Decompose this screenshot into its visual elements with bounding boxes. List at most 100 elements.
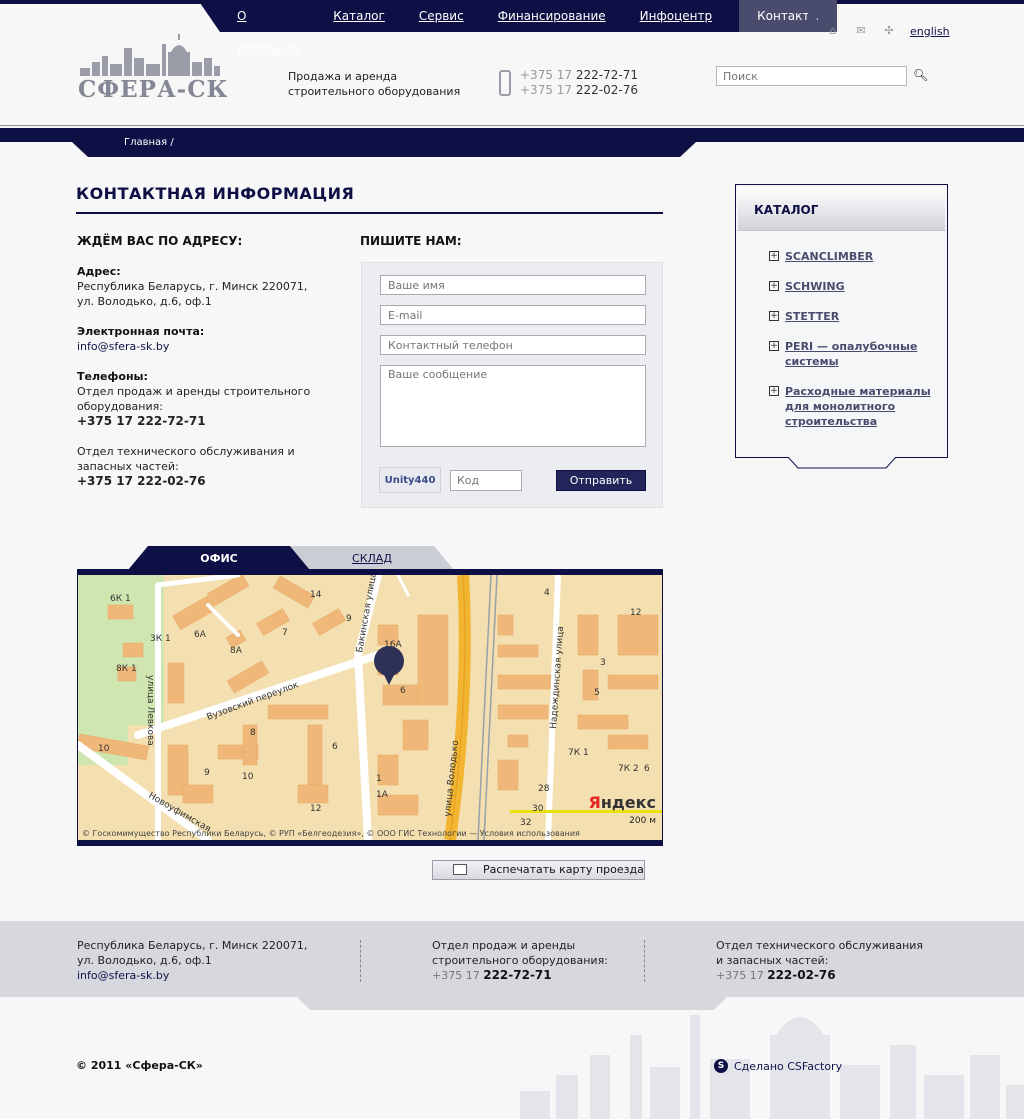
- svg-text:32: 32: [520, 818, 531, 828]
- footer-service-phone: +375 17 222-02-76: [716, 968, 923, 983]
- phone-number-1: 222-72-71: [575, 68, 638, 82]
- svg-text:10: 10: [98, 744, 110, 754]
- sales-dept-phone: +375 17 222-72-71: [77, 414, 206, 428]
- svg-text:6: 6: [400, 686, 406, 696]
- location-pin-icon[interactable]: [374, 646, 404, 685]
- email-field[interactable]: [380, 305, 646, 325]
- footer-sales-line-1: Отдел продаж и аренды: [432, 939, 576, 952]
- svg-text:30: 30: [532, 804, 544, 814]
- nav-item-catalog[interactable]: Каталог: [316, 0, 402, 32]
- svg-text:1А: 1А: [376, 790, 389, 800]
- catalog-link-stetter[interactable]: STETTER: [785, 309, 839, 324]
- footer-sales-line-2: строительного оборудования:: [432, 954, 608, 967]
- svg-text:6: 6: [644, 764, 650, 774]
- footer-service: Отдел технического обслуживания и запасн…: [716, 938, 923, 983]
- tab-warehouse[interactable]: СКЛАД: [290, 546, 454, 570]
- map-canvas[interactable]: 6К 1 14 6А 9 3К 1 7 8А 8К 1 16А 6 8 10 9…: [78, 575, 662, 840]
- svg-text:8К 1: 8К 1: [116, 664, 137, 674]
- catalog-link-schwing[interactable]: SCHWING: [785, 279, 845, 294]
- svg-text:12: 12: [630, 608, 641, 618]
- footer-address: Республика Беларусь, г. Минск 220071, ул…: [77, 938, 307, 983]
- language-link[interactable]: english: [910, 25, 950, 38]
- footer-address-line-2: ул. Володько, д.6, оф.1: [77, 954, 212, 967]
- catalog-list: + SCANCLIMBER + SCHWING + STETTER + PERI — о…: [769, 249, 939, 444]
- expand-icon[interactable]: +: [769, 386, 779, 396]
- search-icon[interactable]: 🔍︎: [913, 68, 929, 84]
- tab-office[interactable]: ОФИС: [128, 546, 310, 570]
- address-line-2: ул. Володько, д.6, оф.1: [77, 295, 212, 308]
- search-input[interactable]: [716, 66, 907, 86]
- svg-text:28: 28: [538, 784, 550, 794]
- svg-text:10: 10: [242, 772, 254, 782]
- svg-text:6К 1: 6К 1: [110, 594, 131, 604]
- svg-text:3К 1: 3К 1: [150, 634, 171, 644]
- breadcrumb-home[interactable]: Главная: [124, 137, 167, 148]
- captcha-code-field[interactable]: [450, 470, 522, 491]
- expand-icon[interactable]: +: [769, 251, 779, 261]
- svg-text:6А: 6А: [194, 630, 207, 640]
- service-dept-line-1: Отдел технического обслуживания и: [77, 445, 295, 458]
- submit-button[interactable]: Отправить: [556, 470, 646, 491]
- phone-icon: [499, 70, 511, 96]
- catalog-item[interactable]: + Расходные материалы для монолитного стр…: [769, 384, 939, 429]
- nav-item-service[interactable]: Сервис: [402, 0, 481, 32]
- contact-details: Адрес: Республика Беларусь, г. Минск 220…: [77, 264, 317, 489]
- tab-warehouse-label[interactable]: СКЛАД: [352, 552, 392, 565]
- header-phones: +375 17 222-72-71 +375 17 222-02-76: [520, 68, 638, 98]
- footer-email-link[interactable]: info@sfera-sk.by: [77, 969, 169, 982]
- expand-icon[interactable]: +: [769, 281, 779, 291]
- footer-divider: [644, 940, 645, 982]
- home-icon[interactable]: ⌂: [826, 24, 840, 38]
- print-map-label: Распечатать карту проезда: [483, 863, 644, 876]
- name-field[interactable]: [380, 275, 646, 295]
- page-title: КОНТАКТНАЯ ИНФОРМАЦИЯ: [76, 184, 355, 203]
- catalog-link-scanclimber[interactable]: SCANCLIMBER: [785, 249, 873, 264]
- yandex-logo[interactable]: Яндекс: [589, 793, 657, 812]
- utility-links: ⌂ ✉ ✣ english: [826, 24, 950, 38]
- svg-text:5: 5: [594, 688, 600, 698]
- catalog-panel: КАТАЛОГ + SCANCLIMBER + SCHWING + STETTER +…: [735, 184, 948, 458]
- captcha-image: Unity440: [379, 467, 441, 493]
- developer-link[interactable]: Сделано CSFactory: [734, 1060, 842, 1073]
- expand-icon[interactable]: +: [769, 311, 779, 321]
- contact-form: Unity440 Отправить: [361, 262, 663, 508]
- message-field[interactable]: [380, 365, 646, 447]
- catalog-link-materials[interactable]: Расходные материалы для монолитного стро…: [785, 384, 939, 429]
- expand-icon[interactable]: +: [769, 341, 779, 351]
- footer-divider: [360, 940, 361, 982]
- sales-dept-line-2: оборудования:: [77, 400, 163, 413]
- nav-item-financing[interactable]: Финансирование: [481, 0, 623, 32]
- catalog-link-peri[interactable]: PERI — опалубочные системы: [785, 339, 939, 369]
- map-scale: 200 м: [629, 816, 656, 826]
- svg-text:3: 3: [600, 658, 606, 668]
- catalog-item[interactable]: + PERI — опалубочные системы: [769, 339, 939, 369]
- csfactory-logo-icon: S: [714, 1059, 728, 1073]
- phone-field[interactable]: [380, 335, 646, 355]
- map-view[interactable]: 6К 1 14 6А 9 3К 1 7 8А 8К 1 16А 6 8 10 9…: [77, 569, 663, 846]
- service-dept-line-2: запасных частей:: [77, 460, 179, 473]
- svg-text:9: 9: [346, 614, 352, 624]
- nav-item-about[interactable]: О компании: [220, 0, 316, 56]
- print-map-button[interactable]: Распечатать карту проезда: [432, 860, 645, 880]
- catalog-item[interactable]: + SCHWING: [769, 279, 939, 294]
- footer-skyline: [520, 1015, 1024, 1119]
- address-label: Адрес:: [77, 265, 121, 278]
- phone-code: +375 17: [520, 83, 573, 97]
- address-line-1: Республика Беларусь, г. Минск 220071,: [77, 280, 308, 293]
- catalog-item[interactable]: + STETTER: [769, 309, 939, 324]
- svg-text:1: 1: [376, 774, 382, 784]
- phone-code: +375 17: [520, 68, 573, 82]
- footer-sales: Отдел продаж и аренды строительного обор…: [432, 938, 608, 983]
- catalog-item[interactable]: + SCANCLIMBER: [769, 249, 939, 264]
- sitemap-icon[interactable]: ✣: [882, 24, 896, 38]
- nav-item-infocenter[interactable]: Инфоцентр: [623, 0, 729, 32]
- email-link[interactable]: info@sfera-sk.by: [77, 340, 169, 353]
- logo-text[interactable]: СФЕРА-СК: [78, 76, 228, 103]
- mail-icon[interactable]: ✉: [854, 24, 868, 38]
- developer-credit: S Сделано CSFactory: [714, 1059, 842, 1073]
- form-heading: ПИШИТЕ НАМ:: [360, 234, 462, 248]
- phones-label: Телефоны:: [77, 370, 148, 383]
- footer-address-line-1: Республика Беларусь, г. Минск 220071,: [77, 939, 308, 952]
- copyright: © 2011 «Сфера-СК»: [76, 1059, 203, 1072]
- main-nav: О компании Каталог Сервис Финансирование…: [198, 0, 837, 56]
